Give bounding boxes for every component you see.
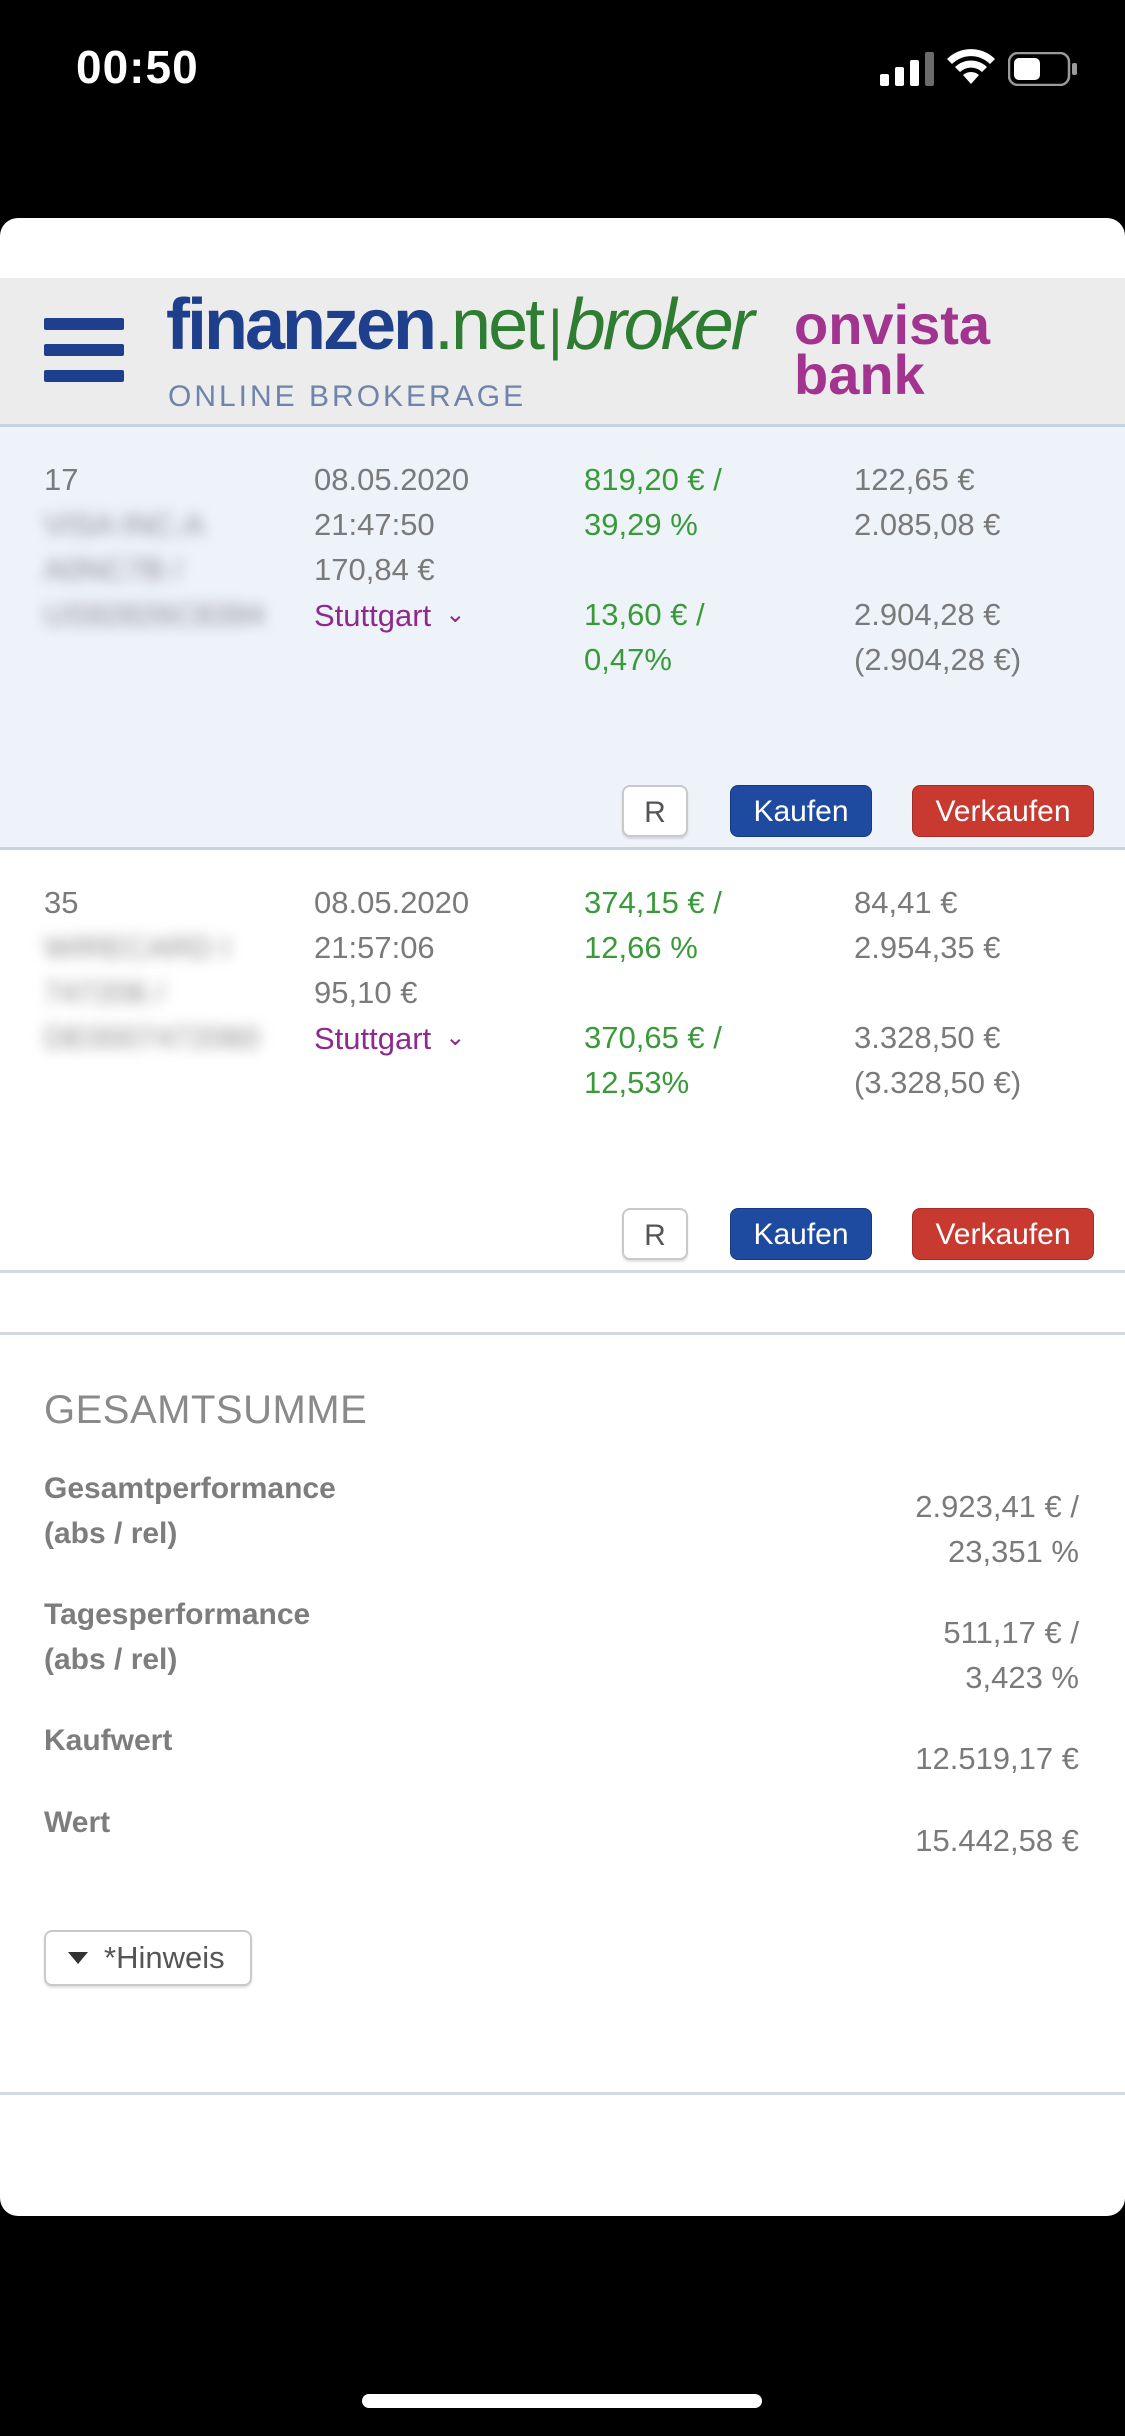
- chevron-down-icon: ⌄: [445, 1024, 466, 1051]
- section-divider: [0, 2092, 1125, 2095]
- exchange-dropdown[interactable]: Stuttgart ⌄: [314, 1015, 469, 1061]
- total-performance-label: Gesamtperformance (abs / rel): [44, 1466, 336, 1556]
- position-quantity: 35: [44, 885, 79, 920]
- finanzen-net-broker-logo[interactable]: finanzen.net |broker ONLINE BROKERAGE: [166, 284, 755, 414]
- position-quantity-name: 35 WIRECARD I 747206 / DE0007472060: [44, 880, 259, 1060]
- buy-button[interactable]: Kaufen: [730, 785, 872, 837]
- position-values: 122,65 € 2.085,08 € 2.904,28 € (2.904,28…: [854, 457, 1021, 682]
- buy-value-label: Kaufwert: [44, 1724, 173, 1757]
- chevron-down-icon: ⌄: [445, 601, 466, 628]
- day-performance-abs: 511,17 € /: [943, 1615, 1079, 1650]
- position-wkn-blurred: A0NC7B /: [44, 552, 182, 587]
- position-isin-blurred: DE0007472060: [44, 1020, 260, 1055]
- home-indicator[interactable]: [362, 2394, 762, 2408]
- buy-price: 122,65 €: [854, 462, 975, 497]
- r-button[interactable]: R: [622, 785, 688, 837]
- day-perf-abs: 370,65 € /: [584, 1020, 722, 1055]
- position-performance: 374,15 € / 12,66 % 370,65 € / 12,53%: [584, 880, 722, 1105]
- buy-value: 2.954,35 €: [854, 930, 1001, 965]
- position-price: 95,10 €: [314, 975, 418, 1010]
- total-performance-label-line2: (abs / rel): [44, 1517, 178, 1550]
- cellular-signal-icon: [880, 52, 934, 86]
- onvista-bank-logo[interactable]: onvista bank: [794, 297, 990, 406]
- status-time: 00:50: [76, 41, 199, 93]
- buy-button[interactable]: Kaufen: [730, 1208, 872, 1260]
- logo-net-text: .net: [434, 285, 545, 365]
- total-perf-abs: 374,15 € /: [584, 885, 722, 920]
- current-value: 2.904,28 €: [854, 597, 1001, 632]
- total-value: 15.442,58 €: [915, 1823, 1079, 1858]
- sell-button[interactable]: Verkaufen: [912, 785, 1094, 837]
- day-perf-rel: 0,47%: [584, 642, 672, 677]
- position-values: 84,41 € 2.954,35 € 3.328,50 € (3.328,50 …: [854, 880, 1021, 1105]
- r-button[interactable]: R: [622, 1208, 688, 1260]
- status-bar: 00:50: [0, 0, 1125, 140]
- section-divider: [0, 1332, 1125, 1335]
- logo-product-text: broker: [565, 285, 755, 365]
- position-date: 08.05.2020: [314, 885, 470, 920]
- day-performance-rel: 3,423 %: [965, 1660, 1079, 1695]
- exchange-label: Stuttgart: [314, 598, 432, 633]
- exchange-dropdown[interactable]: Stuttgart ⌄: [314, 592, 469, 638]
- day-performance-label: Tagesperformance (abs / rel): [44, 1592, 310, 1682]
- position-date-price: 08.05.2020 21:47:50 170,84 € Stuttgart ⌄: [314, 457, 469, 638]
- position-time: 21:57:06: [314, 930, 435, 965]
- current-value-paren: (2.904,28 €): [854, 642, 1022, 677]
- position-row: 17 VISA INC.A A0NC7B / US92826C8394 08.0…: [0, 427, 1125, 850]
- buy-value: 2.085,08 €: [854, 507, 1001, 542]
- current-value: 3.328,50 €: [854, 1020, 1001, 1055]
- position-wkn-blurred: 747206 /: [44, 975, 165, 1010]
- total-performance-abs: 2.923,41 € /: [915, 1489, 1079, 1524]
- summary-title: GESAMTSUMME: [44, 1388, 368, 1432]
- battery-icon: [1008, 52, 1077, 86]
- onvista-logo-line2: bank: [794, 343, 925, 406]
- wifi-icon: [947, 49, 995, 84]
- total-performance-label-line1: Gesamtperformance: [44, 1472, 336, 1505]
- current-value-paren: (3.328,50 €): [854, 1065, 1022, 1100]
- total-perf-rel: 39,29 %: [584, 507, 698, 542]
- position-time: 21:47:50: [314, 507, 435, 542]
- position-name-blurred[interactable]: VISA INC.A: [44, 502, 265, 547]
- total-performance-value: 2.923,41 € / 23,351 %: [915, 1484, 1079, 1574]
- day-perf-rel: 12,53%: [584, 1065, 690, 1100]
- position-quantity: 17: [44, 462, 79, 497]
- position-date-price: 08.05.2020 21:57:06 95,10 € Stuttgart ⌄: [314, 880, 469, 1061]
- position-price: 170,84 €: [314, 552, 435, 587]
- hamburger-menu-icon[interactable]: [44, 316, 124, 384]
- total-perf-abs: 819,20 € /: [584, 462, 722, 497]
- hint-toggle-button[interactable]: *Hinweis: [44, 1930, 252, 1986]
- sell-button[interactable]: Verkaufen: [912, 1208, 1094, 1260]
- total-buy-value: 12.519,17 €: [915, 1741, 1079, 1776]
- position-quantity-name: 17 VISA INC.A A0NC7B / US92826C8394: [44, 457, 265, 637]
- value-label: Wert: [44, 1806, 111, 1839]
- hint-label: *Hinweis: [104, 1940, 225, 1975]
- day-perf-abs: 13,60 € /: [584, 597, 705, 632]
- buy-price: 84,41 €: [854, 885, 958, 920]
- total-perf-rel: 12,66 %: [584, 930, 698, 965]
- position-row: 35 WIRECARD I 747206 / DE0007472060 08.0…: [0, 850, 1125, 1273]
- position-date: 08.05.2020: [314, 462, 470, 497]
- app-header: finanzen.net |broker ONLINE BROKERAGE onv…: [0, 278, 1125, 427]
- day-performance-value: 511,17 € / 3,423 %: [943, 1610, 1079, 1700]
- logo-brand-text: finanzen: [166, 285, 437, 365]
- day-performance-label-line2: (abs / rel): [44, 1643, 178, 1676]
- position-isin-blurred: US92826C8394: [44, 597, 265, 632]
- exchange-label: Stuttgart: [314, 1021, 432, 1056]
- content-sheet: finanzen.net |broker ONLINE BROKERAGE onv…: [0, 218, 1125, 2216]
- position-name-blurred[interactable]: WIRECARD I: [44, 925, 259, 970]
- logo-tagline: ONLINE BROKERAGE: [168, 380, 527, 413]
- triangle-down-icon: [68, 1952, 88, 1964]
- total-performance-rel: 23,351 %: [948, 1534, 1079, 1569]
- day-performance-label-line1: Tagesperformance: [44, 1598, 311, 1631]
- logo-separator: |: [548, 298, 562, 361]
- position-performance: 819,20 € / 39,29 % 13,60 € / 0,47%: [584, 457, 722, 682]
